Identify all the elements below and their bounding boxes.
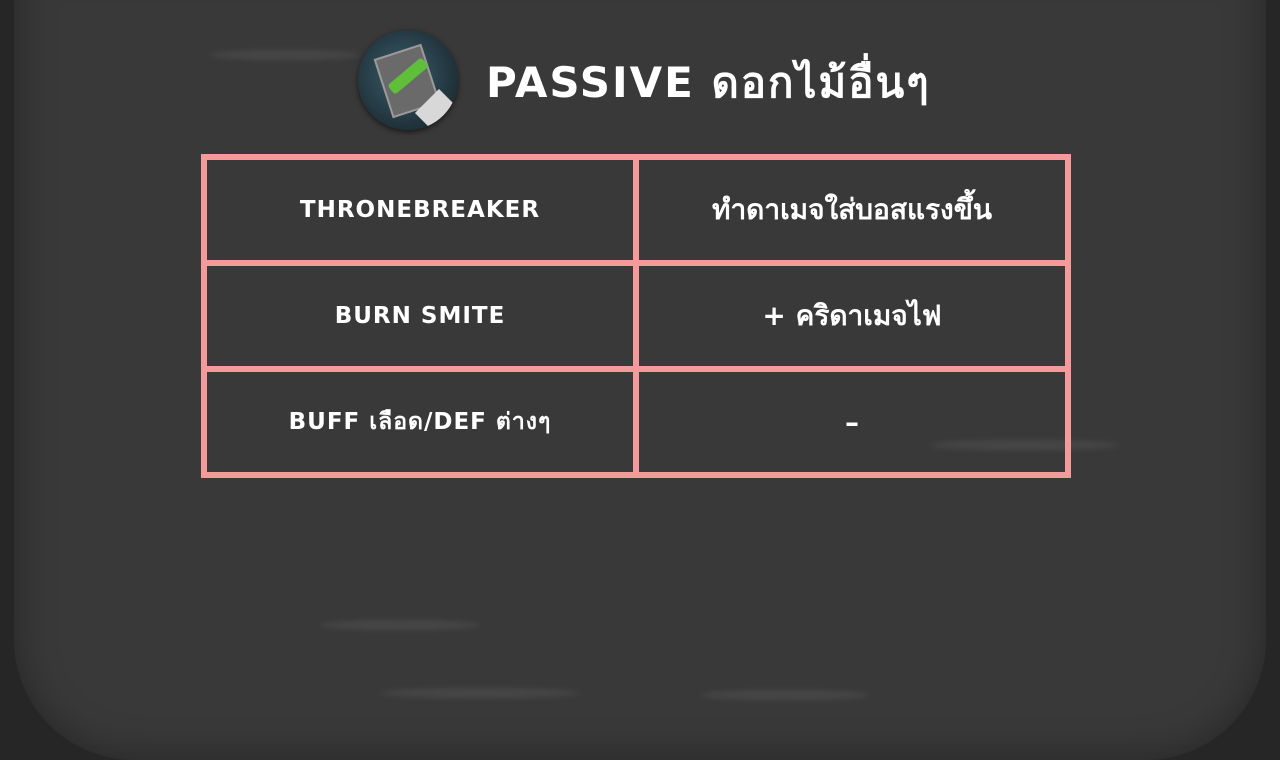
chalk-smudge: [700, 690, 870, 700]
passive-effect: ทำดาเมจใส่บอสแรงขึ้น: [633, 154, 1071, 266]
passive-name: BUFF เลือด/DEF ต่างๆ: [201, 366, 639, 478]
sticker-box-icon: [358, 30, 458, 130]
chalk-smudge: [210, 50, 360, 60]
passive-effect: –: [633, 366, 1071, 478]
slide-header: PASSIVE ดอกไม้อื่นๆ: [358, 28, 931, 132]
passive-name: BURN SMITE: [201, 260, 639, 372]
table-row: BURN SMITE + คริดาเมจไฟ: [201, 260, 1071, 372]
table-row: BUFF เลือด/DEF ต่างๆ –: [201, 366, 1071, 478]
chalk-smudge: [320, 620, 480, 630]
passive-table: THRONEBREAKER ทำดาเมจใส่บอสแรงขึ้น BURN …: [201, 154, 1071, 478]
passive-effect: + คริดาเมจไฟ: [633, 260, 1071, 372]
passive-name: THRONEBREAKER: [201, 154, 639, 266]
table-row: THRONEBREAKER ทำดาเมจใส่บอสแรงขึ้น: [201, 154, 1071, 266]
chalk-smudge: [380, 688, 580, 698]
page-title: PASSIVE ดอกไม้อื่นๆ: [486, 58, 931, 107]
